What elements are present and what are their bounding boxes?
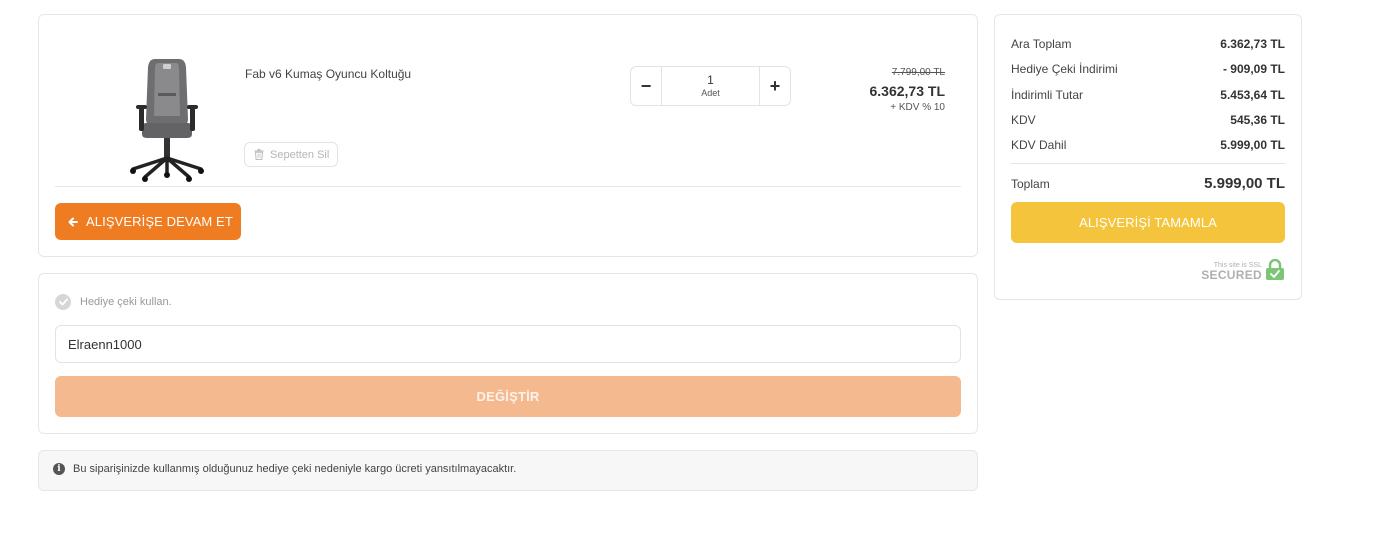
- notice-text: Bu siparişinizde kullanmış olduğunuz hed…: [73, 463, 517, 475]
- summary-row-subtotal: Ara Toplam 6.362,73 TL: [1011, 37, 1285, 62]
- change-voucher-label: DEĞİŞTİR: [476, 389, 540, 404]
- summary-value: 545,36 TL: [1230, 112, 1285, 127]
- padlock-icon: [1266, 259, 1284, 280]
- summary-value: 5.453,64 TL: [1220, 87, 1285, 102]
- summary-label: İndirimli Tutar: [1011, 87, 1084, 102]
- divider: [1011, 163, 1285, 164]
- summary-label: KDV Dahil: [1011, 138, 1067, 153]
- order-summary-card: Ara Toplam 6.362,73 TL Hediye Çeki İndir…: [994, 14, 1302, 300]
- total-label: Toplam: [1011, 176, 1050, 191]
- quantity-unit: Adet: [701, 88, 720, 98]
- gaming-chair-image[interactable]: [127, 57, 207, 182]
- price-box: 7.799,00 TL 6.362,73 TL + KDV % 10: [870, 67, 946, 113]
- arrow-left-icon: [68, 217, 78, 226]
- ssl-big-text: SECURED: [1201, 268, 1262, 282]
- quantity-value: 1: [707, 73, 714, 87]
- trash-icon: [254, 149, 264, 160]
- remove-label: Sepetten Sil: [270, 148, 330, 161]
- summary-row-discounted-amount: İndirimli Tutar 5.453,64 TL: [1011, 88, 1285, 113]
- total-value: 5.999,00 TL: [1204, 175, 1285, 192]
- check-circle-icon: [55, 294, 71, 310]
- complete-checkout-button[interactable]: ALIŞVERİŞİ TAMAMLA: [1011, 202, 1285, 243]
- old-price: 7.799,00 TL: [891, 67, 945, 78]
- summary-row-vat-included: KDV Dahil 5.999,00 TL: [1011, 138, 1285, 163]
- increase-quantity-button[interactable]: +: [760, 67, 790, 105]
- summary-rows: Ara Toplam 6.362,73 TL Hediye Çeki İndir…: [1011, 37, 1285, 163]
- tax-note: + KDV % 10: [890, 102, 945, 113]
- plus-icon: +: [769, 75, 781, 96]
- summary-value: 5.999,00 TL: [1220, 138, 1285, 153]
- shipping-notice: i Bu siparişinizde kullanmış olduğunuz h…: [38, 450, 978, 491]
- quantity-field[interactable]: 1 Adet: [661, 67, 760, 105]
- summary-row-vat: KDV 545,36 TL: [1011, 113, 1285, 138]
- current-price: 6.362,73 TL: [869, 83, 946, 99]
- divider: [55, 186, 961, 187]
- summary-value: 6.362,73 TL: [1220, 37, 1285, 51]
- checkout-label: ALIŞVERİŞİ TAMAMLA: [1079, 215, 1217, 230]
- minus-icon: −: [640, 75, 652, 96]
- use-gift-voucher-toggle[interactable]: Hediye çeki kullan.: [55, 294, 172, 310]
- continue-shopping-label: ALIŞVERİŞE DEVAM ET: [86, 214, 233, 229]
- remove-from-cart-button[interactable]: Sepetten Sil: [244, 142, 339, 167]
- gift-toggle-label: Hediye çeki kullan.: [80, 296, 172, 308]
- product-name[interactable]: Fab v6 Kumaş Oyuncu Koltuğu: [245, 67, 411, 81]
- continue-shopping-button[interactable]: ALIŞVERİŞE DEVAM ET: [55, 203, 241, 240]
- summary-label: Hediye Çeki İndirimi: [1011, 62, 1118, 77]
- total-row: Toplam 5.999,00 TL: [1011, 175, 1285, 192]
- ssl-secured-badge: This site is SSL SECURED: [1201, 259, 1285, 281]
- gift-voucher-code-input[interactable]: [55, 325, 961, 363]
- decrease-quantity-button[interactable]: −: [631, 67, 661, 105]
- gift-voucher-card: Hediye çeki kullan. DEĞİŞTİR: [38, 273, 978, 434]
- info-icon: i: [53, 463, 65, 475]
- summary-value: - 909,09 TL: [1222, 62, 1285, 77]
- quantity-stepper: − 1 Adet +: [630, 66, 791, 106]
- change-voucher-button[interactable]: DEĞİŞTİR: [55, 376, 961, 417]
- summary-row-gift-discount: Hediye Çeki İndirimi - 909,09 TL: [1011, 62, 1285, 87]
- summary-label: KDV: [1011, 112, 1036, 127]
- summary-label: Ara Toplam: [1011, 37, 1072, 51]
- cart-item-card: Fab v6 Kumaş Oyuncu Koltuğu Sepetten Sil…: [38, 14, 978, 257]
